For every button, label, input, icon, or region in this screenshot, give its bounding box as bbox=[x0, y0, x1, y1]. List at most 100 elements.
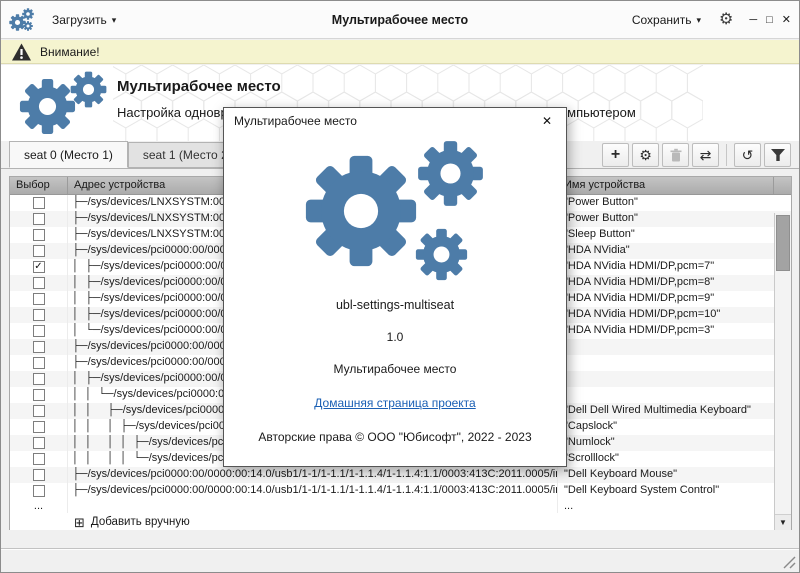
ellipsis-address-cell bbox=[68, 499, 558, 513]
row-checkbox[interactable] bbox=[33, 341, 45, 353]
gear-icon: ⚙ bbox=[639, 147, 652, 164]
tab-seat0[interactable]: seat 0 (Место 1) bbox=[9, 141, 128, 168]
ellipsis-select-cell: ... bbox=[10, 499, 68, 513]
device-name-cell: "HDA NVidia HDMI/DP,pcm=10" bbox=[558, 307, 791, 323]
device-name-cell: "Dell Keyboard Mouse" bbox=[558, 467, 791, 483]
select-cell bbox=[10, 291, 68, 307]
select-cell bbox=[10, 483, 68, 499]
undo-button[interactable]: ↺ bbox=[734, 143, 761, 167]
select-cell bbox=[10, 211, 68, 227]
save-button-label: Сохранить bbox=[632, 13, 692, 27]
row-checkbox[interactable] bbox=[33, 437, 45, 449]
save-button[interactable]: Сохранить ▾ bbox=[626, 9, 707, 31]
warning-text: Внимание! bbox=[40, 45, 100, 59]
device-name-cell: "HDA NVidia HDMI/DP,pcm=9" bbox=[558, 291, 791, 307]
device-name-cell: "Scrolllock" bbox=[558, 451, 791, 467]
delete-device-button[interactable] bbox=[662, 143, 689, 167]
app-name-text: Мультирабочее место bbox=[224, 362, 566, 376]
row-checkbox[interactable] bbox=[33, 405, 45, 417]
device-name-cell: "Numlock" bbox=[558, 435, 791, 451]
col-name-header: Имя устройства bbox=[558, 177, 774, 194]
device-address-cell: ├─/sys/devices/pci0000:00/0000:00:14.0/u… bbox=[68, 483, 558, 499]
add-manually-icon: ⊞ bbox=[74, 516, 85, 529]
ellipsis-row: ... ... bbox=[10, 499, 791, 513]
row-checkbox[interactable] bbox=[33, 485, 45, 497]
plus-icon: + bbox=[611, 147, 620, 163]
device-name-cell: "Capslock" bbox=[558, 419, 791, 435]
row-checkbox[interactable] bbox=[33, 325, 45, 337]
device-name-cell: "Power Button" bbox=[558, 211, 791, 227]
dialog-close-button[interactable]: ✕ bbox=[538, 113, 556, 129]
swap-seats-button[interactable]: ⇄ bbox=[692, 143, 719, 167]
device-address-cell: ├─/sys/devices/pci0000:00/0000:00:14.0/u… bbox=[68, 467, 558, 483]
homepage-link[interactable]: Домашняя страница проекта bbox=[314, 396, 475, 410]
version-text: 1.0 bbox=[224, 330, 566, 344]
device-name-cell: "Dell Dell Wired Multimedia Keyboard" bbox=[558, 403, 791, 419]
device-name-cell: "HDA NVidia" bbox=[558, 243, 791, 259]
row-checkbox[interactable] bbox=[33, 197, 45, 209]
device-name-cell bbox=[558, 339, 791, 355]
row-checkbox[interactable] bbox=[33, 357, 45, 369]
row-checkbox[interactable] bbox=[33, 309, 45, 321]
row-checkbox[interactable] bbox=[33, 469, 45, 481]
select-cell bbox=[10, 355, 68, 371]
caret-down-icon: ▾ bbox=[112, 15, 117, 26]
toolbar-separator bbox=[726, 144, 727, 166]
select-cell bbox=[10, 371, 68, 387]
select-cell bbox=[10, 467, 68, 483]
dialog-title: Мультирабочее место bbox=[234, 114, 357, 128]
warning-icon bbox=[11, 42, 32, 62]
row-checkbox[interactable] bbox=[33, 389, 45, 401]
select-cell bbox=[10, 227, 68, 243]
device-name-cell: "Power Button" bbox=[558, 195, 791, 211]
device-name-cell bbox=[558, 371, 791, 387]
row-checkbox[interactable] bbox=[33, 373, 45, 385]
undo-icon: ↺ bbox=[742, 147, 754, 164]
table-row[interactable]: ├─/sys/devices/pci0000:00/0000:00:14.0/u… bbox=[10, 467, 791, 483]
trash-icon bbox=[669, 148, 683, 163]
settings-gear-button[interactable]: ⚙ bbox=[719, 12, 733, 28]
dialog-titlebar: Мультирабочее место ✕ bbox=[224, 108, 566, 134]
row-checkbox[interactable] bbox=[33, 229, 45, 241]
add-device-button[interactable]: + bbox=[602, 143, 629, 167]
about-gears-icon bbox=[300, 140, 490, 285]
status-groove bbox=[1, 548, 799, 550]
row-checkbox[interactable] bbox=[33, 421, 45, 433]
col-select-header: Выбор bbox=[10, 177, 68, 194]
device-name-cell: "Dell Keyboard System Control" bbox=[558, 483, 791, 499]
ellipsis-name-cell: ... bbox=[558, 499, 791, 513]
select-cell bbox=[10, 419, 68, 435]
toolbar: Загрузить ▾ Мультирабочее место Сохранит… bbox=[1, 1, 799, 39]
select-cell bbox=[10, 323, 68, 339]
select-cell bbox=[10, 451, 68, 467]
maximize-button[interactable]: □ bbox=[766, 15, 773, 26]
row-checkbox[interactable]: ✓ bbox=[33, 261, 45, 273]
row-checkbox[interactable] bbox=[33, 213, 45, 225]
row-checkbox[interactable] bbox=[33, 245, 45, 257]
row-checkbox[interactable] bbox=[33, 277, 45, 289]
select-cell: ✓ bbox=[10, 259, 68, 275]
table-row[interactable]: ├─/sys/devices/pci0000:00/0000:00:14.0/u… bbox=[10, 483, 791, 499]
scrollbar-thumb[interactable] bbox=[776, 215, 790, 271]
select-cell bbox=[10, 339, 68, 355]
select-cell bbox=[10, 243, 68, 259]
select-cell bbox=[10, 195, 68, 211]
row-checkbox[interactable] bbox=[33, 453, 45, 465]
copyright-text: Авторские права © ООО "Юбисофт", 2022 - … bbox=[224, 430, 566, 444]
load-button[interactable]: Загрузить ▾ bbox=[46, 9, 122, 31]
device-name-cell: "HDA NVidia HDMI/DP,pcm=7" bbox=[558, 259, 791, 275]
row-checkbox[interactable] bbox=[33, 293, 45, 305]
device-name-cell bbox=[558, 355, 791, 371]
caret-down-icon: ▾ bbox=[696, 15, 701, 26]
minimize-button[interactable]: ─ bbox=[749, 15, 757, 26]
add-manually-row[interactable]: ⊞ Добавить вручную bbox=[10, 513, 791, 530]
select-cell bbox=[10, 435, 68, 451]
swap-arrows-icon: ⇄ bbox=[700, 147, 712, 164]
configure-device-button[interactable]: ⚙ bbox=[632, 143, 659, 167]
vertical-scrollbar[interactable]: ▼ bbox=[774, 213, 791, 530]
resize-grip[interactable] bbox=[783, 556, 796, 569]
filter-button[interactable] bbox=[764, 143, 791, 167]
about-dialog: Мультирабочее место ✕ ubl-settings-multi… bbox=[223, 107, 567, 467]
close-button[interactable]: ✕ bbox=[782, 15, 791, 26]
scroll-down-button[interactable]: ▼ bbox=[775, 514, 791, 530]
